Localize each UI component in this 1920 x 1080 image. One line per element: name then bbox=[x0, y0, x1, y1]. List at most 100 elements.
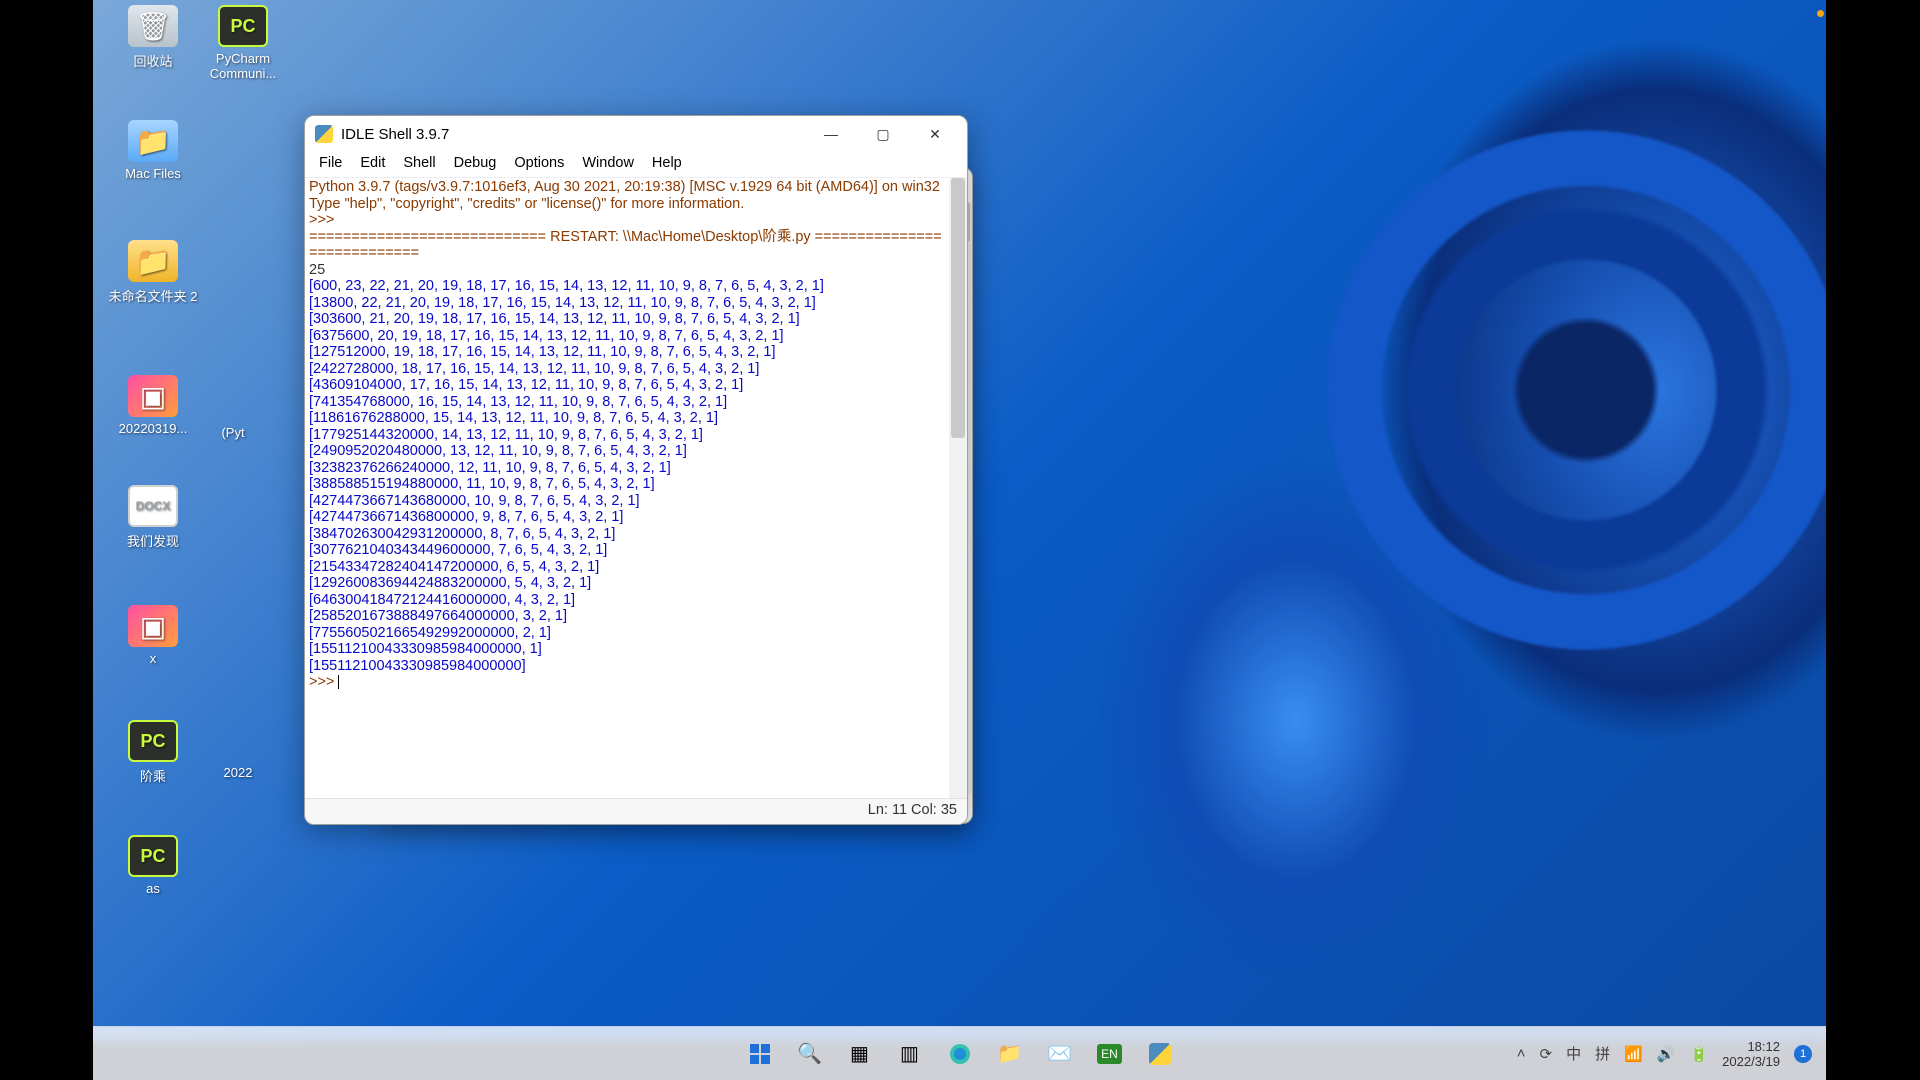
output-line: [646300418472124416000000, 4, 3, 2, 1] bbox=[309, 592, 575, 608]
output-line: [21543347282404147200000, 6, 5, 4, 3, 2,… bbox=[309, 559, 599, 575]
output-line: [6375600, 20, 19, 18, 17, 16, 15, 14, 13… bbox=[309, 328, 784, 344]
search-button[interactable]: 🔍 bbox=[788, 1034, 832, 1074]
docx-icon: DOCX bbox=[128, 485, 178, 527]
output-line: [32382376266240000, 12, 11, 10, 9, 8, 7,… bbox=[309, 460, 671, 476]
cursor-position: Ln: 11 Col: 35 bbox=[868, 802, 957, 818]
mail-icon: ✉️ bbox=[1047, 1041, 1072, 1066]
taskbar-mail[interactable]: ✉️ bbox=[1038, 1034, 1082, 1074]
desktop-icon-video-2[interactable]: ▣x bbox=[108, 605, 198, 666]
python-icon bbox=[1149, 1043, 1171, 1065]
recording-indicator-icon bbox=[1817, 10, 1824, 17]
folder-icon: 📁 bbox=[997, 1041, 1022, 1066]
output-line: [3077621040343449600000, 7, 6, 5, 4, 3, … bbox=[309, 542, 607, 558]
output-line: [388588515194880000, 11, 10, 9, 8, 7, 6,… bbox=[309, 476, 655, 492]
titlebar[interactable]: IDLE Shell 3.9.7 — ▢ ✕ bbox=[305, 116, 967, 152]
ime-en-icon: EN bbox=[1097, 1044, 1122, 1064]
output-line: [15511210043330985984000000, 1] bbox=[309, 641, 542, 657]
desktop-icon-jiecheng[interactable]: PC阶乘 bbox=[108, 720, 198, 785]
menu-edit[interactable]: Edit bbox=[352, 152, 393, 177]
menu-options[interactable]: Options bbox=[506, 152, 572, 177]
menu-help[interactable]: Help bbox=[644, 152, 690, 177]
output-line: [177925144320000, 14, 13, 12, 11, 10, 9,… bbox=[309, 427, 703, 443]
sync-icon[interactable]: ⟳ bbox=[1539, 1045, 1552, 1063]
windows-icon bbox=[748, 1042, 772, 1066]
widgets-button[interactable]: ▥ bbox=[888, 1034, 932, 1074]
output-line: [741354768000, 16, 15, 14, 13, 12, 11, 1… bbox=[309, 394, 727, 410]
taskbar-clock[interactable]: 18:12 2022/3/19 bbox=[1722, 1039, 1780, 1069]
statusbar: Ln: 11 Col: 35 bbox=[305, 798, 967, 824]
battery-icon[interactable]: 🔋 bbox=[1689, 1045, 1708, 1063]
pycharm-icon: PC bbox=[218, 5, 268, 47]
clock-date: 2022/3/19 bbox=[1722, 1054, 1780, 1069]
widgets-icon: ▥ bbox=[900, 1041, 919, 1066]
output-line: [129260083694424883200000, 5, 4, 3, 2, 1… bbox=[309, 575, 591, 591]
desktop-icon-as[interactable]: PCas bbox=[108, 835, 198, 896]
search-icon: 🔍 bbox=[797, 1041, 822, 1066]
minimize-button[interactable]: — bbox=[809, 119, 853, 149]
taskbar-center: 🔍 ▦ ▥ 📁 ✉️ EN bbox=[738, 1034, 1182, 1074]
close-button[interactable]: ✕ bbox=[913, 119, 957, 149]
user-input: 25 bbox=[309, 262, 325, 278]
desktop-icon-pycharm[interactable]: PC PyCharm Communi... bbox=[198, 5, 288, 81]
shell-output[interactable]: Python 3.9.7 (tags/v3.9.7:1016ef3, Aug 3… bbox=[305, 178, 949, 798]
video-icon: ▣ bbox=[128, 605, 178, 647]
python-banner-2: Type "help", "copyright", "credits" or "… bbox=[309, 196, 744, 212]
folder-icon: 📁 bbox=[128, 120, 178, 162]
icon-label: 20220319... bbox=[108, 421, 198, 436]
icon-label: 2022 bbox=[193, 765, 283, 780]
icon-label: PyCharm Communi... bbox=[198, 51, 288, 81]
output-line: [600, 23, 22, 21, 20, 19, 18, 17, 16, 15… bbox=[309, 278, 824, 294]
taskbar-idle[interactable] bbox=[1138, 1034, 1182, 1074]
edge-icon bbox=[948, 1042, 972, 1066]
icon-label: x bbox=[108, 651, 198, 666]
maximize-button[interactable]: ▢ bbox=[861, 119, 905, 149]
taskbar[interactable]: 🔍 ▦ ▥ 📁 ✉️ EN ˄ ⟳ 中 拼 📶 🔊 🔋 18:12 2022/3… bbox=[93, 1026, 1826, 1080]
output-line: [42744736671436800000, 9, 8, 7, 6, 5, 4,… bbox=[309, 509, 623, 525]
taskbar-explorer[interactable]: 📁 bbox=[988, 1034, 1032, 1074]
notification-count: 1 bbox=[1800, 1048, 1806, 1060]
menu-window[interactable]: Window bbox=[574, 152, 642, 177]
icon-label: 回收站 bbox=[108, 51, 198, 70]
python-icon bbox=[315, 125, 333, 143]
prompt: >>> bbox=[309, 212, 338, 228]
start-button[interactable] bbox=[738, 1034, 782, 1074]
pycharm-icon: PC bbox=[128, 720, 178, 762]
volume-icon[interactable]: 🔊 bbox=[1657, 1045, 1676, 1063]
icon-label: Mac Files bbox=[108, 166, 198, 181]
desktop-icon-recycle-bin[interactable]: 🗑 回收站 bbox=[108, 5, 198, 70]
video-icon: ▣ bbox=[128, 375, 178, 417]
taskbar-ime[interactable]: EN bbox=[1088, 1034, 1132, 1074]
scrollbar[interactable] bbox=[949, 178, 967, 798]
output-line: [11861676288000, 15, 14, 13, 12, 11, 10,… bbox=[309, 410, 718, 426]
ime-pinyin-indicator[interactable]: 拼 bbox=[1595, 1043, 1610, 1064]
output-line: [2490952020480000, 13, 12, 11, 10, 9, 8,… bbox=[309, 443, 687, 459]
icon-label: 未命名文件夹 2 bbox=[108, 286, 198, 305]
output-line: [4274473667143680000, 10, 9, 8, 7, 6, 5,… bbox=[309, 493, 640, 509]
output-line: [127512000, 19, 18, 17, 16, 15, 14, 13, … bbox=[309, 344, 776, 360]
desktop-icon-pyt[interactable]: (Pyt bbox=[188, 425, 278, 440]
desktop-icon-mac-files[interactable]: 📁 Mac Files bbox=[108, 120, 198, 181]
menu-debug[interactable]: Debug bbox=[446, 152, 505, 177]
menubar: File Edit Shell Debug Options Window Hel… bbox=[305, 152, 967, 178]
window-title: IDLE Shell 3.9.7 bbox=[341, 126, 801, 143]
taskbar-edge[interactable] bbox=[938, 1034, 982, 1074]
output-line: [43609104000, 17, 16, 15, 14, 13, 12, 11… bbox=[309, 377, 743, 393]
menu-shell[interactable]: Shell bbox=[395, 152, 443, 177]
text-cursor-icon bbox=[338, 675, 339, 689]
taskview-button[interactable]: ▦ bbox=[838, 1034, 882, 1074]
ime-indicator[interactable]: 中 bbox=[1566, 1043, 1581, 1064]
desktop-icon-2022[interactable]: 2022 bbox=[193, 765, 283, 780]
desktop-icon-video-1[interactable]: ▣ 20220319... bbox=[108, 375, 198, 436]
desktop-icon-docx[interactable]: DOCX我们发现 bbox=[108, 485, 198, 550]
wifi-icon[interactable]: 📶 bbox=[1624, 1045, 1643, 1063]
menu-file[interactable]: File bbox=[311, 152, 350, 177]
desktop-icon-unnamed-folder[interactable]: 📁未命名文件夹 2 bbox=[108, 240, 198, 305]
pycharm-icon: PC bbox=[128, 835, 178, 877]
system-tray: ˄ ⟳ 中 拼 📶 🔊 🔋 18:12 2022/3/19 1 bbox=[1517, 1039, 1812, 1069]
output-line: [2585201673888497664000000, 3, 2, 1] bbox=[309, 608, 567, 624]
recycle-bin-icon: 🗑 bbox=[128, 5, 178, 47]
notification-badge[interactable]: 1 bbox=[1794, 1045, 1812, 1063]
desktop[interactable]: 🗑 回收站 PC PyCharm Communi... 📁 Mac Files 📁未命… bbox=[93, 0, 1826, 1041]
idle-shell-window[interactable]: IDLE Shell 3.9.7 — ▢ ✕ File Edit Shell D… bbox=[304, 115, 968, 825]
tray-chevron-icon[interactable]: ˄ bbox=[1517, 1045, 1526, 1062]
